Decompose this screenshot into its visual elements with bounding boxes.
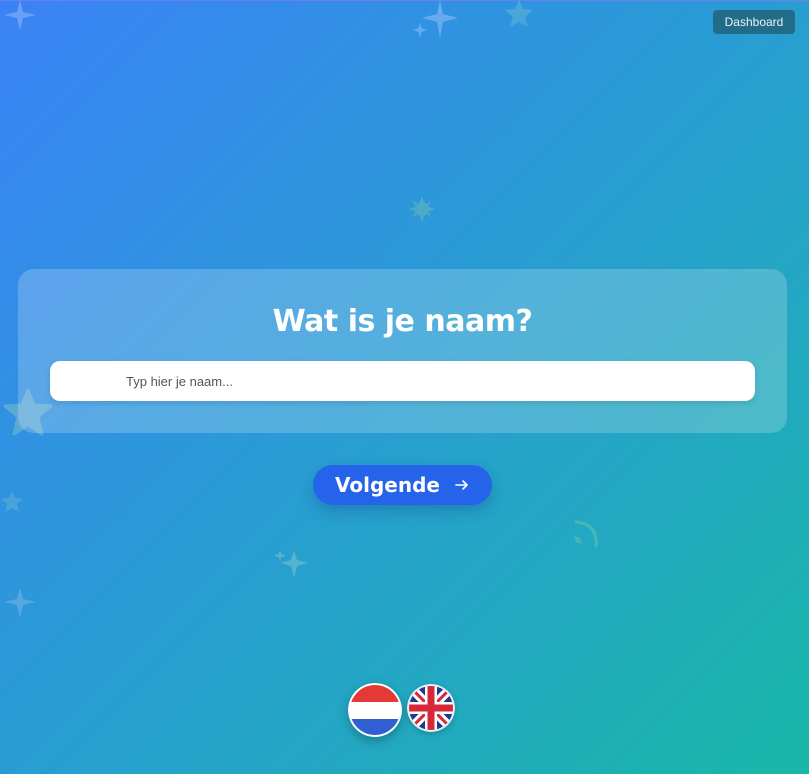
shooting-star-icon — [574, 520, 598, 548]
sun-icon — [409, 196, 435, 222]
star-icon — [1, 491, 23, 512]
top-border — [0, 0, 809, 1]
sparkle-icon — [413, 0, 458, 38]
name-input[interactable] — [50, 361, 755, 401]
name-card: Wat is je naam? — [18, 269, 787, 433]
next-button[interactable]: Volgende — [313, 465, 492, 505]
star-icon — [505, 0, 533, 27]
sparkle-icon — [4, 588, 36, 618]
page-title: Wat is je naam? — [272, 304, 533, 339]
language-dutch-button[interactable] — [348, 683, 402, 737]
next-button-label: Volgende — [335, 473, 440, 497]
sparkle-icon — [4, 0, 36, 30]
arrow-right-icon — [455, 480, 468, 490]
language-english-button[interactable] — [407, 684, 455, 732]
netherlands-flag-icon — [348, 683, 402, 737]
dashboard-button[interactable]: Dashboard — [713, 10, 795, 34]
sparkle-icon — [274, 550, 308, 578]
united-kingdom-flag-icon — [407, 684, 455, 732]
